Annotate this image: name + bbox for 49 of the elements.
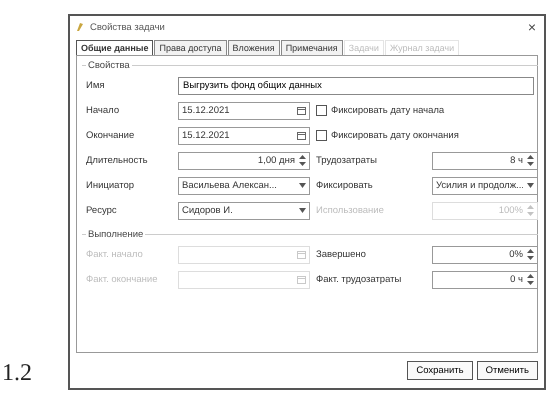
spin-field[interactable]: 1,00 дня [178,152,310,170]
spinner-arrows-icon [527,205,534,216]
close-button[interactable]: × [526,19,538,35]
dropdown-arrow-icon [299,183,306,188]
dropdown[interactable]: Усилия и продолж... [432,176,538,194]
field-label: Фиксировать [316,180,374,191]
spin-field[interactable]: 0% [432,246,538,264]
tab[interactable]: Вложения [228,40,280,55]
app-icon [76,22,84,32]
field-label: Имя [86,80,106,91]
name-field[interactable]: Выгрузить фонд общих данных [178,76,534,94]
dropdown[interactable]: Васильева Алексан... [178,176,310,194]
spinner-arrows-icon [527,274,534,285]
field-label: Ресурс [86,205,118,216]
field-label: Инициатор [86,180,136,191]
field-label: Использование [316,205,385,216]
tab[interactable]: Права доступа [154,40,227,55]
calendar-icon [297,106,306,115]
figure-caption: 1.2 [2,360,32,387]
field-label: Факт. начало [86,249,144,260]
group-title: Свойства [87,60,131,71]
spin-field[interactable]: 8 ч [432,152,538,170]
field-label: Трудозатраты [316,155,378,166]
dropdown-arrow-icon [527,183,534,188]
checkbox-square[interactable] [316,130,327,141]
checkbox-square[interactable] [316,105,327,116]
calendar-icon [297,275,306,284]
field-label: Факт. окончание [86,274,158,285]
spinner-arrows-icon [527,155,534,166]
field-label: Длительность [86,155,149,166]
dialog-button[interactable]: Отменить [476,361,538,380]
spinner-arrows-icon [527,249,534,260]
group-title: Выполнение [87,229,144,240]
window-title: Свойства задачи [90,22,166,32]
field-label: Начало [86,105,120,116]
tab[interactable]: Общие данные [76,40,154,55]
dropdown-arrow-icon [299,208,306,213]
date-field[interactable]: 15.12.2021 [178,102,310,120]
spinner-arrows-icon [299,155,306,166]
field-label: Факт. трудозатраты [316,274,402,285]
dialog-button[interactable]: Сохранить [407,361,473,380]
tab[interactable]: Примечания [280,40,343,55]
date-field[interactable]: 15.12.2021 [178,126,310,144]
calendar-icon [297,131,306,140]
field-label: Окончание [86,130,136,141]
field-label: Завершено [316,249,367,260]
dropdown[interactable]: Сидоров И. [178,202,310,220]
spin-field[interactable]: 0 ч [432,270,538,288]
calendar-icon [297,250,306,259]
